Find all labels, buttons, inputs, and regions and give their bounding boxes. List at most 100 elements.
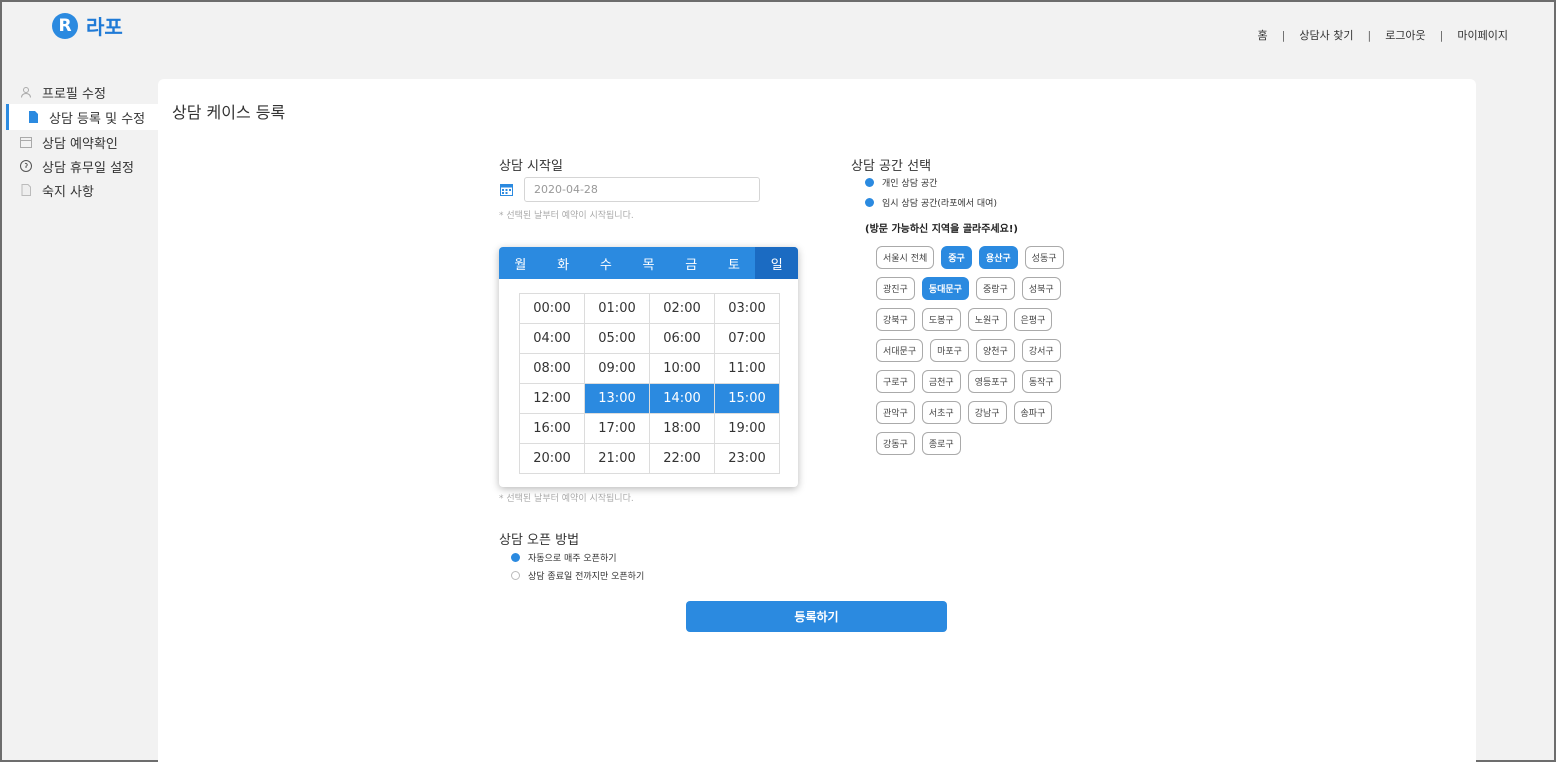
time-slot[interactable]: 12:00 <box>520 384 585 414</box>
district-chip-selected[interactable]: 동대문구 <box>921 277 969 300</box>
sidebar-item-profile[interactable]: 프로필 수정 <box>6 80 158 104</box>
district-chip[interactable]: 금천구 <box>921 370 961 393</box>
register-button[interactable]: 등록하기 <box>686 601 947 632</box>
time-slot[interactable]: 05:00 <box>585 324 650 354</box>
time-slot[interactable]: 19:00 <box>715 414 780 444</box>
nav-mypage-link[interactable]: 마이페이지 <box>1457 27 1508 43</box>
district-chip[interactable]: 구로구 <box>876 370 915 393</box>
district-chip-selected[interactable]: 중구 <box>941 246 972 269</box>
time-slot[interactable]: 08:00 <box>520 354 585 384</box>
time-slot[interactable]: 02:00 <box>650 294 715 324</box>
district-row: 강동구 종로구 <box>876 432 1116 455</box>
tab-sun[interactable]: 일 <box>755 247 798 279</box>
page-title: 상담 케이스 등록 <box>172 103 286 122</box>
district-chip[interactable]: 송파구 <box>1013 401 1053 424</box>
sidebar-item-counsel-register[interactable]: 상담 등록 및 수정 <box>6 104 158 130</box>
district-chip[interactable]: 종로구 <box>921 432 961 455</box>
radio-unselected-icon <box>511 571 520 580</box>
main-panel: 상담 케이스 등록 상담 시작일 2020-04-28 * 선택된 날부터 예약… <box>158 79 1476 762</box>
district-row: 관악구 서초구 강남구 송파구 <box>876 401 1116 424</box>
district-chip[interactable]: 강동구 <box>876 432 915 455</box>
nav-find-counselor-link[interactable]: 상담사 찾기 <box>1299 27 1353 43</box>
nav-separator: | <box>1367 28 1372 42</box>
time-slot[interactable]: 07:00 <box>715 324 780 354</box>
district-chip[interactable]: 은평구 <box>1013 308 1053 331</box>
open-method-option-weekly[interactable]: 자동으로 매주 오픈하기 <box>511 551 617 564</box>
nav-separator: | <box>1439 28 1444 42</box>
time-slot[interactable]: 01:00 <box>585 294 650 324</box>
region-instruction: (방문 가능하신 지역을 골라주세요!) <box>865 224 1018 235</box>
district-chip[interactable]: 서초구 <box>921 401 961 424</box>
district-chip[interactable]: 양천구 <box>975 339 1015 362</box>
district-chip[interactable]: 영등포구 <box>967 370 1015 393</box>
district-chip[interactable]: 노원구 <box>967 308 1007 331</box>
district-chip[interactable]: 광진구 <box>876 277 915 300</box>
sidebar-item-holidays[interactable]: 상담 휴무일 설정 <box>6 154 158 178</box>
time-slot[interactable]: 09:00 <box>585 354 650 384</box>
brand-logo[interactable]: R 라포 <box>52 11 123 40</box>
district-chip[interactable]: 관악구 <box>876 401 915 424</box>
radio-label: 개인 상담 공간 <box>882 179 938 189</box>
district-chip[interactable]: 마포구 <box>930 339 969 362</box>
district-chips: 서울시 전체 중구 용산구 성동구 광진구 동대문구 중랑구 성북구 강북구 도… <box>876 246 1116 463</box>
sidebar-item-label: 상담 예약확인 <box>42 136 118 152</box>
start-date-input[interactable]: 2020-04-28 <box>524 177 760 202</box>
logo-mark-icon: R <box>52 12 78 39</box>
radio-selected-icon <box>511 553 520 562</box>
time-slot[interactable]: 17:00 <box>585 414 650 444</box>
district-chip[interactable]: 성동구 <box>1024 246 1064 269</box>
time-slot[interactable]: 03:00 <box>715 294 780 324</box>
district-chip[interactable]: 동작구 <box>1021 370 1061 393</box>
time-slot-selected[interactable]: 13:00 <box>585 384 650 414</box>
radio-label: 임시 상담 공간(라포에서 대여) <box>882 199 997 209</box>
district-row: 서대문구 마포구 양천구 강서구 <box>876 339 1116 362</box>
sidebar-item-label: 상담 등록 및 수정 <box>49 111 146 127</box>
district-row: 서울시 전체 중구 용산구 성동구 <box>876 246 1116 269</box>
picker-hint: * 선택된 날부터 예약이 시작됩니다. <box>499 494 634 504</box>
time-slot[interactable]: 04:00 <box>520 324 585 354</box>
district-chip[interactable]: 중랑구 <box>975 277 1015 300</box>
time-slot[interactable]: 10:00 <box>650 354 715 384</box>
district-chip[interactable]: 성북구 <box>1021 277 1061 300</box>
tab-thu[interactable]: 목 <box>627 247 670 279</box>
district-chip[interactable]: 도봉구 <box>921 308 961 331</box>
start-date-hint: * 선택된 날부터 예약이 시작됩니다. <box>499 211 634 221</box>
tab-mon[interactable]: 월 <box>499 247 542 279</box>
person-icon <box>20 86 32 98</box>
time-slot[interactable]: 11:00 <box>715 354 780 384</box>
district-chip[interactable]: 강북구 <box>876 308 915 331</box>
space-label: 상담 공간 선택 <box>851 159 932 174</box>
time-slot[interactable]: 16:00 <box>520 414 585 444</box>
sidebar: 프로필 수정 상담 등록 및 수정 상담 예약확인 상담 휴무일 설정 숙지 사… <box>6 80 158 202</box>
district-chip[interactable]: 서울시 전체 <box>876 246 935 269</box>
radio-label: 자동으로 매주 오픈하기 <box>528 554 617 564</box>
calendar-icon[interactable] <box>500 181 513 196</box>
time-slot[interactable]: 18:00 <box>650 414 715 444</box>
nav-home-link[interactable]: 홈 <box>1258 27 1268 43</box>
sidebar-item-notes[interactable]: 숙지 사항 <box>6 178 158 202</box>
district-chip-selected[interactable]: 용산구 <box>978 246 1018 269</box>
district-chip[interactable]: 강서구 <box>1021 339 1061 362</box>
radio-selected-icon <box>865 178 874 187</box>
open-method-option-until-end[interactable]: 상담 종료일 전까지만 오픈하기 <box>511 569 644 582</box>
sidebar-item-reservations[interactable]: 상담 예약확인 <box>6 130 158 154</box>
district-row: 구로구 금천구 영등포구 동작구 <box>876 370 1116 393</box>
time-slot[interactable]: 21:00 <box>585 444 650 474</box>
time-slot-selected[interactable]: 14:00 <box>650 384 715 414</box>
space-option-personal[interactable]: 개인 상담 공간 <box>865 176 937 189</box>
district-chip[interactable]: 강남구 <box>967 401 1007 424</box>
time-slot[interactable]: 00:00 <box>520 294 585 324</box>
time-slot[interactable]: 23:00 <box>715 444 780 474</box>
space-option-temporary[interactable]: 임시 상담 공간(라포에서 대여) <box>865 196 997 209</box>
nav-logout-link[interactable]: 로그아웃 <box>1385 27 1425 43</box>
time-slot[interactable]: 20:00 <box>520 444 585 474</box>
time-slot-selected[interactable]: 15:00 <box>715 384 780 414</box>
weekday-tabs: 월 화 수 목 금 토 일 <box>499 247 798 279</box>
tab-tue[interactable]: 화 <box>542 247 585 279</box>
time-slot[interactable]: 22:00 <box>650 444 715 474</box>
tab-fri[interactable]: 금 <box>670 247 713 279</box>
tab-wed[interactable]: 수 <box>584 247 627 279</box>
time-slot[interactable]: 06:00 <box>650 324 715 354</box>
district-chip[interactable]: 서대문구 <box>876 339 924 362</box>
tab-sat[interactable]: 토 <box>713 247 756 279</box>
